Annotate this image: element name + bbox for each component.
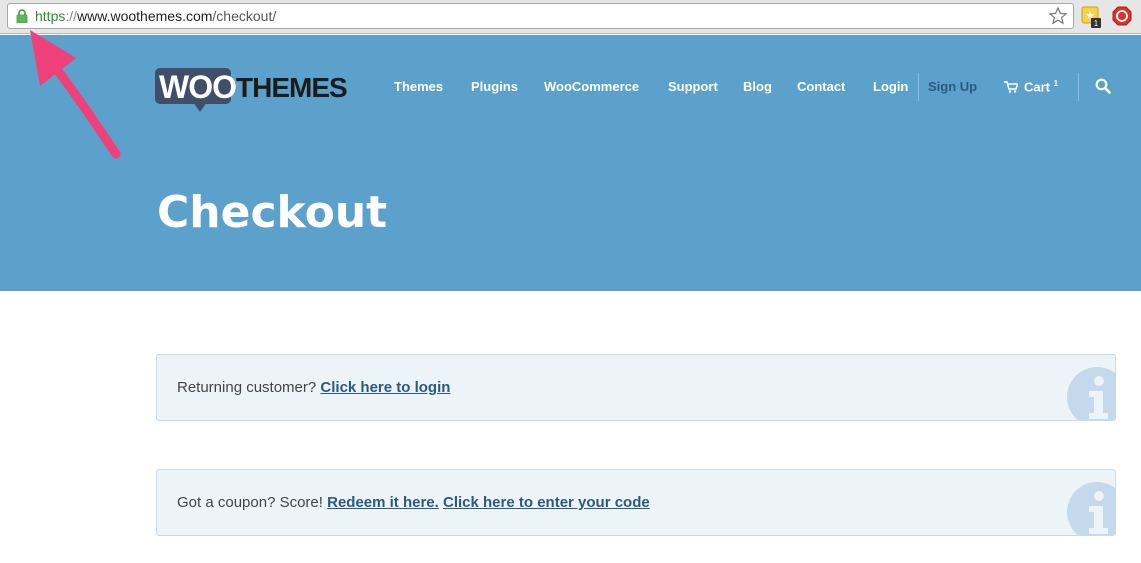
lock-icon — [16, 9, 28, 23]
site-header: WOO THEMES Themes Plugins WooCommerce Su… — [0, 35, 1141, 291]
redeem-link[interactable]: Redeem it here. — [327, 494, 439, 511]
cart-icon — [1004, 81, 1018, 93]
url-text: https://www.woothemes.com/checkout/ — [35, 8, 276, 24]
nav-divider — [918, 73, 919, 101]
login-link[interactable]: Click here to login — [320, 379, 450, 396]
login-notice-prefix: Returning customer? — [177, 379, 321, 396]
nav-blog[interactable]: Blog — [743, 79, 772, 94]
nav-woocommerce[interactable]: WooCommerce — [544, 79, 639, 94]
login-notice: Returning customer? Click here to login — [156, 354, 1116, 421]
info-icon — [1067, 367, 1115, 420]
adblock-icon[interactable] — [1112, 6, 1132, 26]
bookmark-star-icon[interactable] — [1048, 6, 1068, 26]
browser-toolbar: https://www.woothemes.com/checkout/ ★ 1 — [0, 0, 1141, 34]
address-bar[interactable]: https://www.woothemes.com/checkout/ — [7, 3, 1074, 29]
nav-contact[interactable]: Contact — [797, 79, 845, 94]
info-icon — [1067, 482, 1115, 535]
login-notice-text: Returning customer? Click here to login — [177, 379, 450, 396]
logo-woo-text: WOO — [159, 69, 237, 105]
coupon-notice: Got a coupon? Score! Redeem it here. Cli… — [156, 469, 1116, 536]
logo-woo-bubble: WOO — [155, 68, 237, 105]
url-path: /checkout/ — [212, 8, 277, 24]
nav-cart[interactable]: Cart 1 — [1024, 79, 1058, 94]
search-icon[interactable] — [1095, 78, 1111, 94]
coupon-notice-prefix: Got a coupon? Score! — [177, 494, 328, 511]
coupon-notice-text: Got a coupon? Score! Redeem it here. Cli… — [177, 494, 650, 511]
nav-signup[interactable]: Sign Up — [928, 79, 977, 94]
logo-bubble-tail — [193, 102, 207, 112]
nav-support[interactable]: Support — [668, 79, 718, 94]
svg-text:1: 1 — [1094, 19, 1099, 28]
cart-label: Cart — [1024, 79, 1051, 95]
logo-themes-text: THEMES — [236, 72, 348, 103]
url-domain: www.woothemes.com — [77, 8, 213, 24]
enter-code-link[interactable]: Click here to enter your code — [443, 494, 650, 511]
cart-count: 1 — [1053, 79, 1059, 88]
url-separator: :// — [65, 8, 78, 24]
nav-plugins[interactable]: Plugins — [471, 79, 518, 94]
nav-login[interactable]: Login — [873, 79, 908, 94]
extension-icon[interactable]: ★ 1 — [1081, 6, 1101, 28]
page-title: Checkout — [157, 187, 388, 238]
nav-divider-search — [1078, 73, 1079, 101]
nav-themes[interactable]: Themes — [394, 79, 443, 94]
url-protocol: https — [35, 8, 66, 24]
